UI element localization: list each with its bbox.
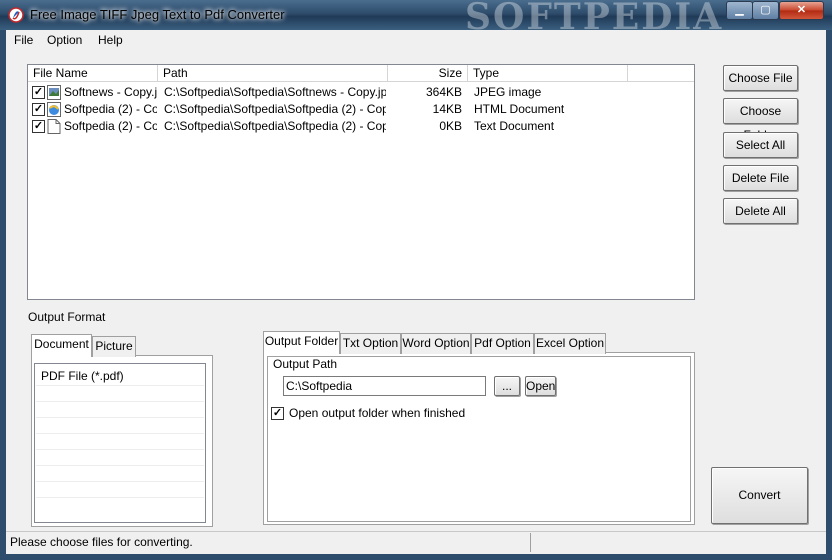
column-header-size[interactable]: Size: [388, 65, 468, 82]
menu-option[interactable]: Option: [47, 33, 82, 47]
window-frame-right: [826, 30, 832, 560]
tab-document[interactable]: Document: [31, 334, 92, 357]
tab-pdf-option[interactable]: Pdf Option: [471, 333, 534, 354]
open-when-finished-label: Open output folder when finished: [289, 406, 466, 420]
column-header-path[interactable]: Path: [158, 65, 388, 82]
choose-folder-button[interactable]: Choose Folder: [723, 98, 798, 142]
column-header-type[interactable]: Type: [468, 65, 628, 82]
maximize-button[interactable]: ▢: [752, 1, 779, 20]
list-gridline: [36, 385, 204, 386]
tab-txt-option[interactable]: Txt Option: [340, 333, 401, 354]
tab-picture[interactable]: Picture: [92, 336, 136, 357]
format-item-pdf[interactable]: PDF File (*.pdf): [41, 369, 124, 383]
list-gridline: [36, 401, 204, 402]
file-type-cell: HTML Document: [474, 102, 565, 116]
file-type-cell: Text Document: [474, 119, 555, 133]
app-icon: [8, 7, 24, 23]
file-name-cell: Softpedia (2) - Co...: [64, 119, 157, 133]
list-gridline: [36, 497, 204, 498]
menu-help[interactable]: Help: [98, 33, 123, 47]
list-gridline: [36, 417, 204, 418]
row-checkbox[interactable]: ✓: [32, 86, 45, 99]
tab-output-folder[interactable]: Output Folder: [263, 331, 340, 354]
select-all-button[interactable]: Select All: [723, 132, 798, 158]
choose-file-button[interactable]: Choose File: [723, 65, 798, 91]
file-path-cell: C:\Softpedia\Softpedia\Softpedia (2) - C…: [164, 102, 386, 116]
convert-button[interactable]: Convert: [711, 467, 808, 524]
file-path-cell: C:\Softpedia\Softpedia\Softnews - Copy.j…: [164, 85, 386, 99]
window-frame-bottom: [0, 554, 832, 560]
browse-folder-button[interactable]: ...: [494, 376, 520, 396]
output-path-label: Output Path: [271, 357, 340, 371]
file-name-cell: Softpedia (2) - Co...: [64, 102, 157, 116]
minimize-button[interactable]: ▁: [726, 1, 753, 20]
close-button[interactable]: ✕: [779, 1, 824, 20]
column-header-file-name[interactable]: File Name: [28, 65, 158, 82]
file-type-cell: JPEG image: [474, 85, 542, 99]
output-format-label: Output Format: [28, 310, 106, 324]
status-separator: [530, 533, 531, 552]
list-gridline: [36, 481, 204, 482]
file-size-cell: 14KB: [432, 102, 462, 116]
delete-file-button[interactable]: Delete File: [723, 165, 798, 191]
html-file-icon: [47, 102, 61, 117]
open-when-finished-checkbox[interactable]: ✓: [271, 407, 284, 420]
file-name-cell: Softnews - Copy.j...: [64, 85, 157, 99]
format-list[interactable]: [34, 363, 206, 523]
row-checkbox[interactable]: ✓: [32, 120, 45, 133]
row-checkbox[interactable]: ✓: [32, 103, 45, 116]
tab-excel-option[interactable]: Excel Option: [534, 333, 606, 354]
menu-bar: [6, 30, 826, 50]
output-path-input[interactable]: [283, 376, 486, 396]
list-gridline: [36, 433, 204, 434]
list-gridline: [36, 465, 204, 466]
text-file-icon: [47, 119, 61, 134]
jpeg-file-icon: [47, 85, 61, 100]
file-size-cell: 0KB: [439, 119, 462, 133]
tab-word-option[interactable]: Word Option: [401, 333, 471, 354]
list-gridline: [36, 449, 204, 450]
status-text: Please choose files for converting.: [10, 535, 193, 549]
delete-all-button[interactable]: Delete All: [723, 198, 798, 224]
file-path-cell: C:\Softpedia\Softpedia\Softpedia (2) - C…: [164, 119, 386, 133]
window-title: Free Image TIFF Jpeg Text to Pdf Convert…: [30, 7, 285, 22]
file-size-cell: 364KB: [425, 85, 462, 99]
open-folder-button[interactable]: Open: [525, 376, 556, 396]
menu-file[interactable]: File: [14, 33, 33, 47]
